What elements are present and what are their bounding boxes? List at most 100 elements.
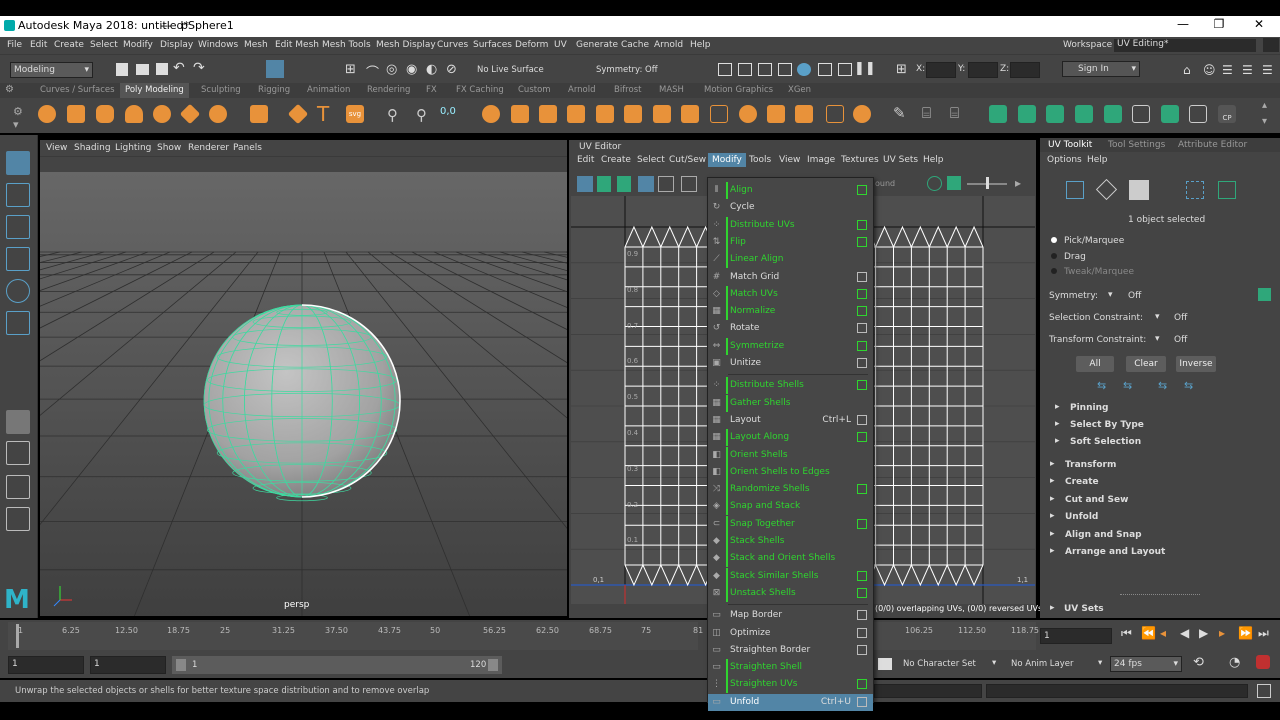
y-coordinate-field[interactable]	[968, 62, 998, 78]
section-pinning[interactable]: Pinning	[1070, 403, 1108, 413]
option-box-icon[interactable]	[857, 627, 867, 638]
menu-file[interactable]: File	[7, 40, 22, 50]
uv-toolbar-icon-6[interactable]	[681, 176, 697, 192]
step-forward-frame-icon[interactable]: ▸	[1219, 626, 1225, 640]
selection-constraint-dropdown-arrow[interactable]: ▾	[1155, 312, 1160, 322]
script-editor-icon[interactable]	[1257, 684, 1271, 698]
toolkit-menu-help[interactable]: Help	[1087, 155, 1108, 165]
close-button[interactable]: ✕	[1248, 17, 1270, 31]
symmetry-dropdown-arrow[interactable]: ▾	[1108, 290, 1113, 300]
poly-disc-icon[interactable]	[209, 105, 227, 123]
sign-in-button[interactable]: Sign In ▾	[1062, 61, 1140, 77]
uv-menu-image[interactable]: Image	[807, 155, 835, 165]
perspective-viewport[interactable]: View Shading Lighting Show Renderer Pane…	[40, 140, 567, 616]
menu-item-distribute-shells[interactable]: ⁘ Distribute Shells	[708, 377, 873, 395]
snap-surface-icon[interactable]: ◐	[426, 62, 437, 77]
option-box-icon[interactable]	[857, 185, 867, 195]
move-tool-icon[interactable]	[6, 247, 30, 271]
uv-slider-handle[interactable]	[986, 177, 989, 189]
shelf-tab-sculpting[interactable]: Sculpting	[201, 85, 241, 95]
menu-edit-mesh[interactable]: Edit Mesh	[275, 40, 319, 50]
menu-display[interactable]: Display	[160, 40, 193, 50]
multi-cut-icon[interactable]: ✎	[893, 104, 906, 122]
viewport-menu-lighting[interactable]: Lighting	[115, 143, 151, 153]
selection-constraint-value[interactable]: Off	[1174, 313, 1187, 323]
poke-face-icon[interactable]	[710, 105, 728, 123]
attribute-editor-toggle-icon[interactable]: ☰	[1222, 63, 1233, 77]
viewport-menu-show[interactable]: Show	[157, 143, 181, 153]
uv-exposure-icon[interactable]	[927, 176, 942, 191]
transform-mode-icon[interactable]: ⊞	[896, 62, 907, 77]
shelf-tab-mash[interactable]: MASH	[659, 85, 684, 95]
current-frame-field[interactable]: 1	[1040, 628, 1112, 644]
tweak-marquee-label[interactable]: Tweak/Marquee	[1064, 267, 1134, 277]
add-divisions-icon[interactable]	[681, 105, 699, 123]
menu-item-stack-and-orient-shells[interactable]: ◆ Stack and Orient Shells	[708, 550, 873, 568]
clear-selection-button[interactable]: Clear	[1126, 356, 1166, 372]
menu-item-snap-and-stack[interactable]: ◈ Snap and Stack	[708, 498, 873, 516]
pinning-expand-arrow[interactable]: ▸	[1055, 402, 1060, 412]
uv-menu-textures[interactable]: Textures	[841, 155, 879, 165]
maximize-button[interactable]: ❐	[1208, 17, 1230, 31]
snap-curve-icon[interactable]: ⌒	[366, 62, 379, 81]
shelf-menu-icon[interactable]: ⚙	[13, 105, 23, 118]
select-tool-icon[interactable]	[6, 151, 30, 175]
viewport-menu-renderer[interactable]: Renderer	[188, 143, 229, 153]
menu-deform[interactable]: Deform	[515, 40, 548, 50]
menu-item-symmetrize[interactable]: ⇔ Symmetrize	[708, 337, 873, 355]
time-slider[interactable]: 1 6.25 12.50 18.75 25 31.25 37.50 43.75 50 56.25 6…	[0, 620, 1280, 652]
align-and-snap-expand-arrow[interactable]: ▸	[1050, 529, 1055, 539]
section-align-and-snap[interactable]: Align and Snap	[1065, 530, 1142, 540]
option-box-icon[interactable]	[857, 358, 867, 368]
menu-item-distribute-uvs[interactable]: ⁘ Distribute UVs	[708, 216, 873, 234]
section-uv-sets[interactable]: UV Sets	[1064, 604, 1104, 614]
new-scene-icon[interactable]	[116, 63, 128, 76]
merge-icon[interactable]	[795, 105, 813, 123]
option-box-icon[interactable]	[857, 380, 867, 391]
edge-mode-icon[interactable]	[1095, 178, 1118, 201]
insert-edge-loop-icon[interactable]: ⌸	[922, 104, 931, 122]
menu-edit[interactable]: Edit	[30, 40, 47, 50]
shelf-tab-xgen[interactable]: XGen	[788, 85, 811, 95]
uv-image-icon[interactable]	[947, 176, 961, 190]
option-box-icon[interactable]	[857, 306, 867, 317]
arnold-render-icon[interactable]	[818, 63, 832, 76]
option-box-icon[interactable]	[857, 414, 867, 425]
select-by-object-icon[interactable]	[288, 60, 306, 78]
poly-cone-icon[interactable]	[125, 105, 143, 123]
arrange-and-layout-expand-arrow[interactable]: ▸	[1050, 546, 1055, 556]
menu-item-match-grid[interactable]: # Match Grid	[708, 269, 873, 286]
undo-icon[interactable]: ↶	[173, 60, 185, 76]
shelf-tab-curves-surfaces[interactable]: Curves / Surfaces	[40, 85, 115, 95]
pause-ipr-icon[interactable]: ❚❚	[854, 61, 876, 76]
option-box-icon[interactable]	[857, 696, 867, 707]
create-expand-arrow[interactable]: ▸	[1050, 476, 1055, 486]
play-backwards-icon[interactable]: ◀	[1180, 626, 1189, 640]
mel-command-field[interactable]	[874, 684, 982, 698]
cut-uv-edges-icon[interactable]	[1104, 105, 1122, 123]
section-select-by-type[interactable]: Select By Type	[1070, 420, 1144, 430]
persp-outliner-layout-icon[interactable]	[6, 475, 30, 499]
menu-item-orient-shells[interactable]: ◧ Orient Shells	[708, 446, 873, 464]
menuset-dropdown[interactable]: Modeling ▾	[10, 62, 93, 78]
separate-icon[interactable]: ⚲	[416, 106, 427, 124]
option-box-icon[interactable]	[857, 340, 867, 351]
uv-toolbar-icon-4[interactable]	[638, 176, 654, 192]
outliner-icon[interactable]	[6, 507, 30, 531]
option-box-icon[interactable]	[857, 587, 867, 598]
menu-item-orient-shells-to-edges[interactable]: ◧ Orient Shells to Edges	[708, 463, 873, 481]
poly-plane-icon[interactable]	[179, 103, 201, 125]
redo-icon[interactable]: ↷	[193, 60, 205, 76]
symmetry-status[interactable]: Symmetry: Off	[596, 65, 658, 75]
lasso-tool-icon[interactable]	[6, 183, 30, 207]
poly-type-icon[interactable]: T	[317, 102, 329, 126]
poly-cylinder-icon[interactable]	[96, 105, 114, 123]
uv-menu-view[interactable]: View	[779, 155, 800, 165]
range-start-handle[interactable]	[176, 659, 186, 671]
extrude-icon[interactable]	[511, 105, 529, 123]
shelf-tab-animation[interactable]: Animation	[307, 85, 350, 95]
animation-preferences-icon[interactable]	[1256, 655, 1270, 669]
transform-constraint-dropdown-arrow[interactable]: ▾	[1155, 334, 1160, 344]
transform-expand-arrow[interactable]: ▸	[1050, 459, 1055, 469]
uv-mode-icon[interactable]	[1186, 181, 1204, 199]
